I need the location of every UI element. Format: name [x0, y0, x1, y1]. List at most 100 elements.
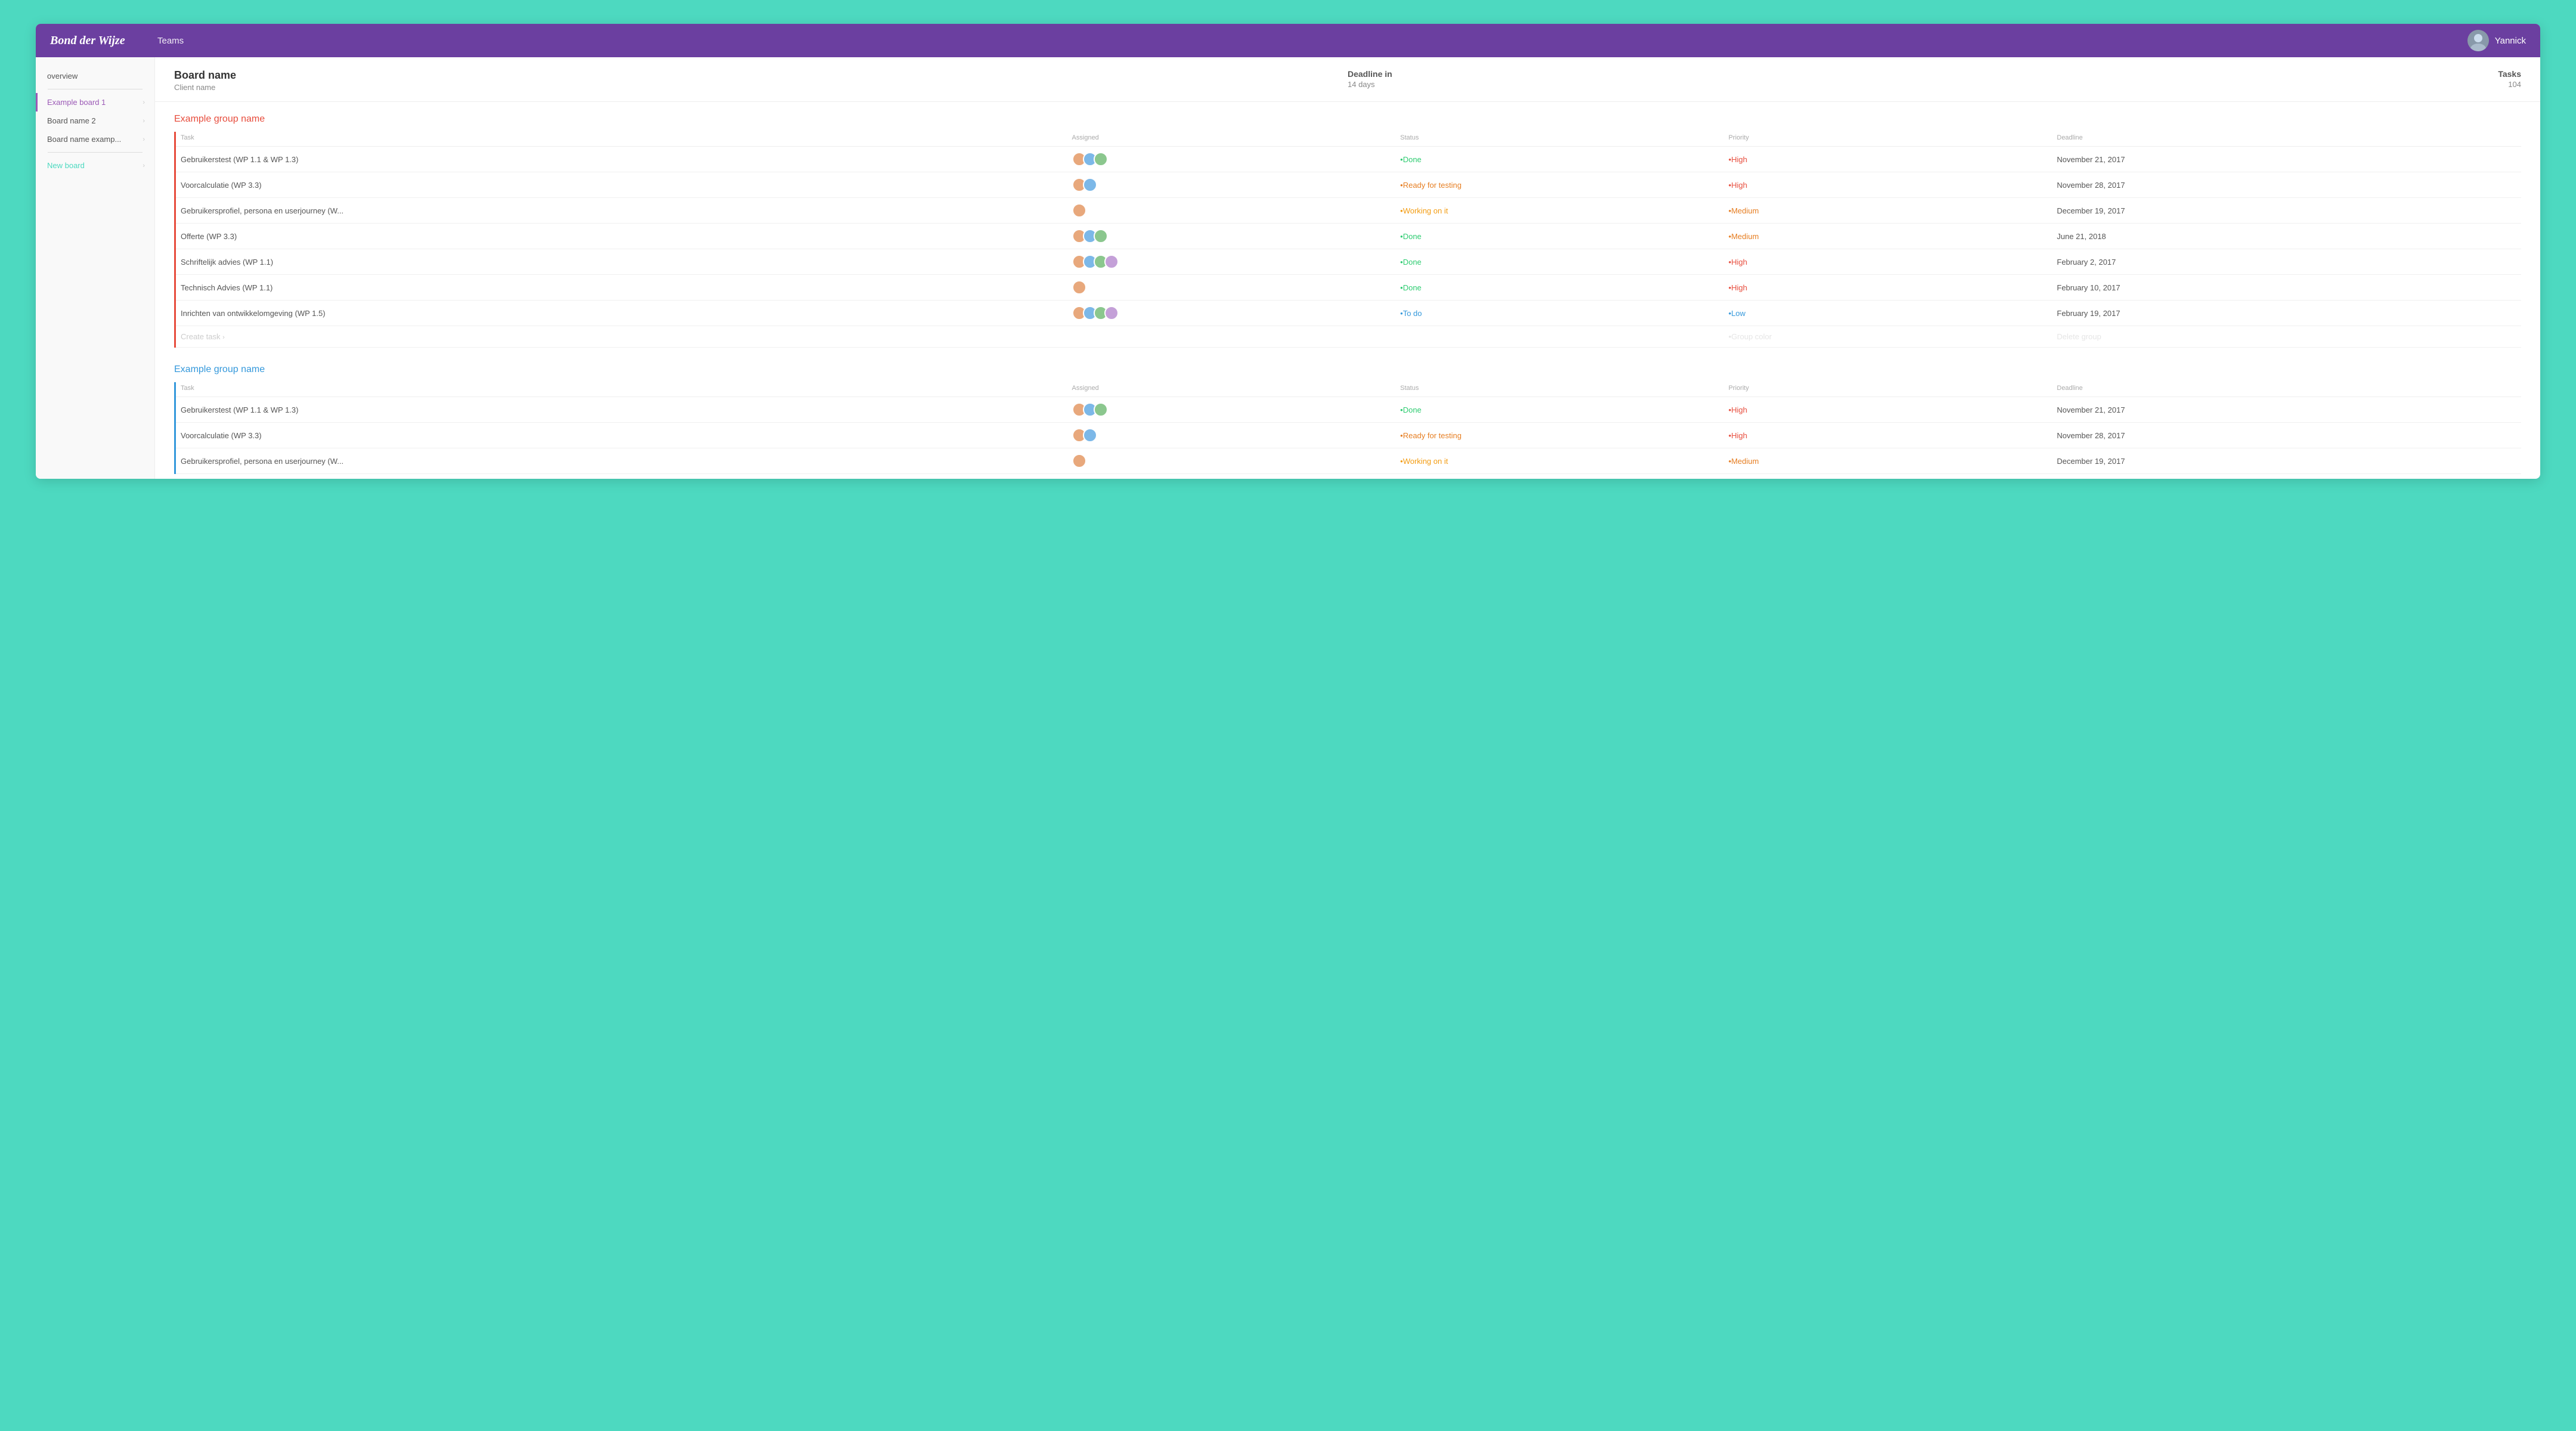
task-assigned	[1067, 423, 1396, 448]
table-row[interactable]: Technisch Advies (WP 1.1) •Done •High Fe…	[176, 275, 2521, 301]
task-priority: •High	[1724, 423, 2052, 448]
sidebar-item-label-3: New board	[47, 161, 85, 170]
table-row[interactable]: Offerte (WP 3.3) •Done •Medium June 21, …	[176, 224, 2521, 249]
table-row[interactable]: Schriftelijk advies (WP 1.1) •Done •High…	[176, 249, 2521, 275]
task-deadline: December 19, 2017	[2052, 448, 2521, 474]
task-status: •Done	[1395, 249, 1724, 275]
tasks-label: Tasks	[2228, 69, 2521, 79]
user-menu[interactable]: Yannick	[2467, 30, 2526, 51]
group-color-link[interactable]: •Group color	[1724, 326, 2052, 348]
group-0: Example group name Task Assigned Status …	[155, 102, 2540, 352]
board-info: Board name Client name	[174, 69, 1348, 92]
create-task-row[interactable]: Create task › •Group color Delete group	[176, 326, 2521, 348]
sidebar-item-label-1: Board name 2	[47, 116, 96, 125]
task-name: Voorcalculatie (WP 3.3)	[176, 172, 1067, 198]
deadline-value: 14 days	[1348, 80, 2228, 89]
task-status: •Ready for testing	[1395, 423, 1724, 448]
task-priority: •High	[1724, 172, 2052, 198]
task-priority: •High	[1724, 275, 2052, 301]
app-logo: Bond der Wijze	[50, 34, 145, 48]
group-1-content: Task Assigned Status Priority Deadline G…	[174, 382, 2521, 474]
col-header-status-1: Status	[1395, 382, 1724, 397]
group-title-0: Example group name	[174, 114, 2521, 125]
sidebar-item-label-2: Board name examp...	[47, 135, 121, 144]
chevron-right-icon: ›	[143, 136, 145, 143]
task-assigned	[1067, 172, 1396, 198]
task-name: Gebruikerstest (WP 1.1 & WP 1.3)	[176, 147, 1067, 172]
main-nav: Teams	[145, 36, 2467, 46]
main-layout: overview Example board 1 › Board name 2 …	[36, 57, 2540, 479]
task-name: Schriftelijk advies (WP 1.1)	[176, 249, 1067, 275]
chevron-right-icon: ›	[143, 117, 145, 125]
task-deadline: December 19, 2017	[2052, 198, 2521, 224]
task-assigned	[1067, 224, 1396, 249]
avatar[interactable]	[2467, 30, 2489, 51]
table-row[interactable]: Gebruikersprofiel, persona en userjourne…	[176, 198, 2521, 224]
task-assigned	[1067, 275, 1396, 301]
sidebar-overview[interactable]: overview	[36, 67, 154, 85]
sidebar-item-0[interactable]: Example board 1 ›	[36, 93, 154, 111]
col-header-task-1: Task	[176, 382, 1067, 397]
task-assigned	[1067, 249, 1396, 275]
task-table-0: Task Assigned Status Priority Deadline G…	[176, 132, 2521, 348]
task-name: Voorcalculatie (WP 3.3)	[176, 423, 1067, 448]
delete-group-link[interactable]: Delete group	[2052, 326, 2521, 348]
task-deadline: February 19, 2017	[2052, 301, 2521, 326]
app-container: Bond der Wijze Teams Yannick overview Ex…	[36, 24, 2540, 479]
tasks-value: 104	[2228, 80, 2521, 89]
task-name: Technisch Advies (WP 1.1)	[176, 275, 1067, 301]
task-deadline: November 28, 2017	[2052, 423, 2521, 448]
task-name: Gebruikersprofiel, persona en userjourne…	[176, 448, 1067, 474]
table-row[interactable]: Voorcalculatie (WP 3.3) •Ready for testi…	[176, 172, 2521, 198]
task-status: •Working on it	[1395, 448, 1724, 474]
task-deadline: November 21, 2017	[2052, 147, 2521, 172]
user-name: Yannick	[2495, 36, 2526, 46]
task-status: •Ready for testing	[1395, 172, 1724, 198]
col-header-deadline: Deadline	[2052, 132, 2521, 147]
task-priority: •High	[1724, 147, 2052, 172]
col-header-status: Status	[1395, 132, 1724, 147]
app-header: Bond der Wijze Teams Yannick	[36, 24, 2540, 57]
col-header-deadline-1: Deadline	[2052, 382, 2521, 397]
col-header-task: Task	[176, 132, 1067, 147]
task-priority: •Medium	[1724, 448, 2052, 474]
task-priority: •Low	[1724, 301, 2052, 326]
col-header-priority-1: Priority	[1724, 382, 2052, 397]
task-priority: •Medium	[1724, 224, 2052, 249]
table-row[interactable]: Inrichten van ontwikkelomgeving (WP 1.5)…	[176, 301, 2521, 326]
col-header-priority: Priority	[1724, 132, 2052, 147]
table-header-row: Task Assigned Status Priority Deadline	[176, 132, 2521, 147]
task-assigned	[1067, 198, 1396, 224]
task-table-1: Task Assigned Status Priority Deadline G…	[176, 382, 2521, 474]
board-client: Client name	[174, 83, 1348, 92]
task-status: •Done	[1395, 147, 1724, 172]
group-title-1: Example group name	[174, 364, 2521, 375]
task-deadline: June 21, 2018	[2052, 224, 2521, 249]
task-deadline: November 21, 2017	[2052, 397, 2521, 423]
table-row[interactable]: Gebruikerstest (WP 1.1 & WP 1.3) •Done •…	[176, 147, 2521, 172]
table-row[interactable]: Gebruikerstest (WP 1.1 & WP 1.3) •Done •…	[176, 397, 2521, 423]
col-header-assigned-1: Assigned	[1067, 382, 1396, 397]
sidebar-overview-label: overview	[47, 72, 78, 80]
create-task-link[interactable]: Create task ›	[176, 326, 1067, 348]
main-content: Board name Client name Deadline in 14 da…	[155, 57, 2540, 479]
group-1: Example group name Task Assigned Status …	[155, 352, 2540, 479]
task-assigned	[1067, 301, 1396, 326]
table-row[interactable]: Gebruikersprofiel, persona en userjourne…	[176, 448, 2521, 474]
table-row[interactable]: Voorcalculatie (WP 3.3) •Ready for testi…	[176, 423, 2521, 448]
task-deadline: February 2, 2017	[2052, 249, 2521, 275]
task-status: •Working on it	[1395, 198, 1724, 224]
task-priority: •Medium	[1724, 198, 2052, 224]
board-deadline: Deadline in 14 days	[1348, 69, 2228, 89]
sidebar-item-1[interactable]: Board name 2 ›	[36, 111, 154, 130]
board-tasks: Tasks 104	[2228, 69, 2521, 89]
group-0-content: Task Assigned Status Priority Deadline G…	[174, 132, 2521, 348]
sidebar-divider-2	[48, 152, 143, 153]
chevron-right-icon: ›	[143, 99, 145, 106]
sidebar-item-new-board[interactable]: New board ›	[36, 156, 154, 175]
task-deadline: February 10, 2017	[2052, 275, 2521, 301]
col-header-assigned: Assigned	[1067, 132, 1396, 147]
sidebar-item-2[interactable]: Board name examp... ›	[36, 130, 154, 148]
task-priority: •High	[1724, 249, 2052, 275]
teams-nav-item[interactable]: Teams	[157, 36, 184, 46]
